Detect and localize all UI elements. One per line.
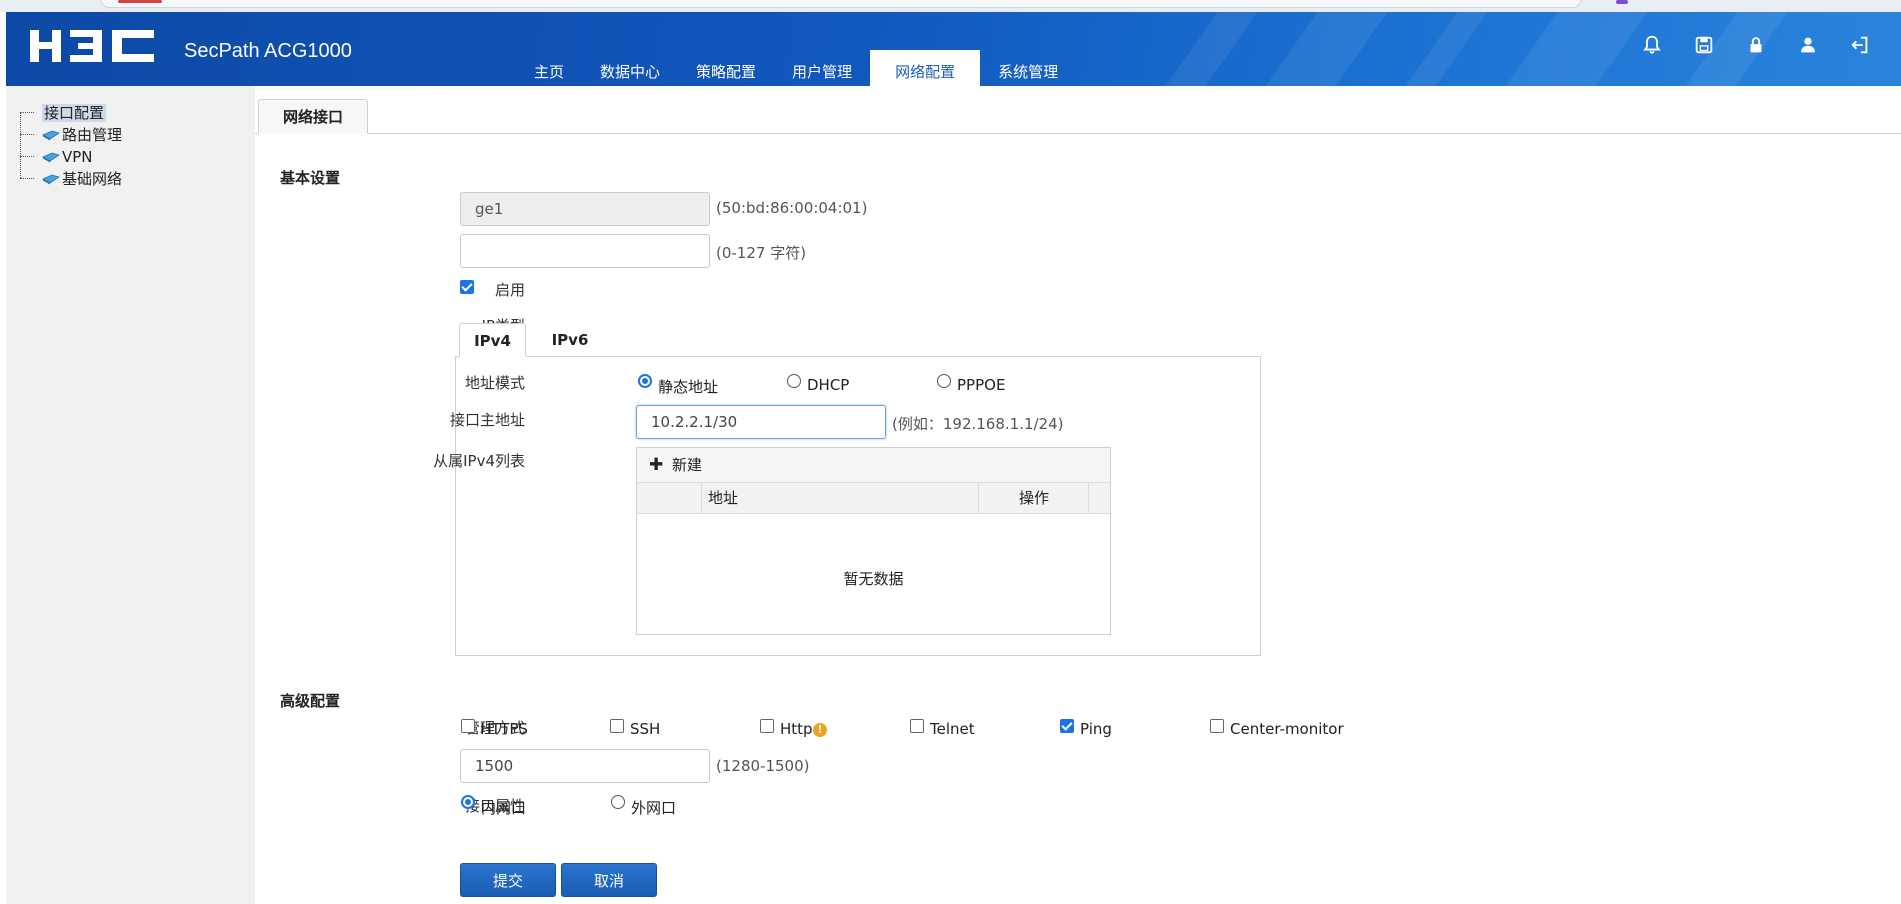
- sidebar-item-basic-network[interactable]: 基础网络: [20, 156, 123, 190]
- sidebar-item-label: 路由管理: [62, 126, 123, 144]
- nav-home[interactable]: 主页: [516, 50, 582, 86]
- content-tab-bar: 网络接口: [255, 99, 1901, 134]
- mgmt-https-checkbox[interactable]: [461, 719, 475, 733]
- browser-address-bar[interactable]: [100, 0, 1582, 8]
- column-spacer: [1088, 483, 1111, 513]
- nav-tree: 接口配置 路由管理 VPN 基础网络: [20, 102, 122, 190]
- logout-icon[interactable]: [1849, 34, 1871, 56]
- lock-icon[interactable]: [1745, 34, 1767, 56]
- column-actions: 操作: [978, 483, 1089, 513]
- bell-icon[interactable]: [1641, 34, 1663, 56]
- section-advanced-config: 高级配置: [280, 692, 341, 710]
- column-address[interactable]: 地址: [701, 483, 980, 513]
- attr-external-label: 外网口: [631, 799, 677, 817]
- sidebar-item-label: VPN: [62, 148, 93, 166]
- secondary-ipv4-table: ✚ 新建 地址 操作 暂无数据: [636, 447, 1111, 635]
- name-field: ge1: [460, 192, 710, 226]
- mgmt-http-checkbox[interactable]: [760, 719, 774, 733]
- mtu-hint: (1280-1500): [716, 757, 810, 775]
- mgmt-ping-checkbox[interactable]: [1060, 719, 1074, 733]
- sidebar-item-interface-config[interactable]: 接口配置: [20, 102, 122, 124]
- attr-internal-radio[interactable]: [461, 795, 475, 809]
- sidebar-item-route-management[interactable]: 路由管理: [20, 112, 123, 146]
- tree-connector: [20, 112, 34, 113]
- mode-static-radio[interactable]: [638, 374, 652, 388]
- mtu-field[interactable]: 1500: [460, 749, 710, 783]
- primary-address-hint: (例如：192.168.1.1/24): [892, 415, 1064, 433]
- add-secondary-button[interactable]: ✚ 新建: [637, 448, 1110, 483]
- mac-address-hint: (50:bd:86:00:04:01): [716, 199, 868, 217]
- attr-internal-label: 内网口: [481, 799, 527, 817]
- main-nav: 主页 数据中心 策略配置 用户管理 网络配置 系统管理: [516, 50, 1076, 86]
- browser-extension-icon[interactable]: [1616, 0, 1628, 4]
- address-mode-label: 地址模式: [464, 374, 525, 392]
- product-name: SecPath ACG1000: [184, 40, 352, 62]
- browser-tab-indicator: [118, 0, 162, 3]
- sidebar-item-vpn[interactable]: VPN: [20, 134, 122, 168]
- section-basic-settings: 基本设置: [280, 169, 341, 187]
- header-decoration: [1147, 12, 1265, 86]
- user-icon[interactable]: [1797, 34, 1819, 56]
- brand-logo: [30, 30, 154, 62]
- header-decoration: [1247, 12, 1395, 86]
- folder-icon: [42, 174, 60, 185]
- header-decoration: [1387, 12, 1495, 86]
- mgmt-telnet-label: Telnet: [930, 720, 975, 738]
- nav-user-management[interactable]: 用户管理: [774, 50, 870, 86]
- header-decoration: [1487, 12, 1655, 86]
- sidebar-item-label: 基础网络: [62, 170, 123, 188]
- tree-connector: [20, 178, 34, 179]
- sidebar-item-label: 接口配置: [42, 104, 107, 122]
- enable-label: 启用: [494, 281, 525, 299]
- enable-checkbox[interactable]: [460, 280, 474, 294]
- folder-icon: [42, 130, 60, 141]
- cancel-button[interactable]: 取消: [561, 863, 657, 897]
- mgmt-telnet-checkbox[interactable]: [910, 719, 924, 733]
- plus-icon: ✚: [649, 455, 664, 475]
- header-toolbar: [1641, 34, 1871, 56]
- browser-top-strip: [0, 0, 1901, 12]
- mode-pppoe-radio[interactable]: [937, 374, 951, 388]
- empty-table-message: 暂无数据: [843, 570, 904, 588]
- submit-button[interactable]: 提交: [460, 863, 556, 897]
- mode-dhcp-radio[interactable]: [787, 374, 801, 388]
- tree-connector: [20, 156, 34, 157]
- mode-static-label: 静态地址: [658, 378, 719, 396]
- description-hint: (0-127 字符): [716, 244, 807, 262]
- tab-network-interface[interactable]: 网络接口: [258, 99, 368, 134]
- sidebar: 接口配置 路由管理 VPN 基础网络: [6, 86, 255, 904]
- primary-address-field[interactable]: 10.2.2.1/30: [636, 405, 886, 439]
- save-icon[interactable]: [1693, 34, 1715, 56]
- mgmt-center-monitor-label: Center-monitor: [1230, 720, 1344, 738]
- secondary-ipv4-label: 从属IPv4列表: [433, 452, 525, 470]
- main-content: 网络接口 基本设置 名称 ge1 (50:bd:86:00:04:01) 描述 …: [255, 86, 1901, 904]
- table-header: 地址 操作: [637, 483, 1110, 514]
- mgmt-https-label: HTTPS: [480, 720, 528, 738]
- mgmt-ping-label: Ping: [1080, 720, 1112, 738]
- app-header: SecPath ACG1000 主页 数据中心 策略配置 用户管理 网络配置 系…: [6, 12, 1901, 86]
- nav-data-center[interactable]: 数据中心: [582, 50, 678, 86]
- nav-network-config[interactable]: 网络配置: [870, 50, 981, 86]
- mgmt-center-monitor-checkbox[interactable]: [1210, 719, 1224, 733]
- folder-icon: [42, 152, 60, 163]
- tree-connector: [20, 156, 21, 178]
- description-field[interactable]: [460, 234, 710, 268]
- tree-connector: [20, 134, 21, 156]
- add-button-label: 新建: [672, 456, 703, 474]
- tree-connector: [20, 112, 21, 134]
- mgmt-ssh-label: SSH: [630, 720, 661, 738]
- attr-external-radio[interactable]: [611, 795, 625, 809]
- nav-policy-config[interactable]: 策略配置: [678, 50, 774, 86]
- nav-system-management[interactable]: 系统管理: [980, 50, 1076, 86]
- mode-dhcp-label: DHCP: [807, 376, 850, 394]
- mode-pppoe-label: PPPOE: [957, 376, 1006, 394]
- tab-ipv4[interactable]: IPv4: [459, 323, 526, 357]
- tree-connector: [20, 134, 34, 135]
- tab-ipv6[interactable]: IPv6: [542, 323, 598, 357]
- mgmt-http-label: Http: [780, 720, 813, 738]
- warning-icon[interactable]: !: [813, 723, 827, 737]
- mgmt-ssh-checkbox[interactable]: [610, 719, 624, 733]
- primary-address-label: 接口主地址: [449, 411, 525, 429]
